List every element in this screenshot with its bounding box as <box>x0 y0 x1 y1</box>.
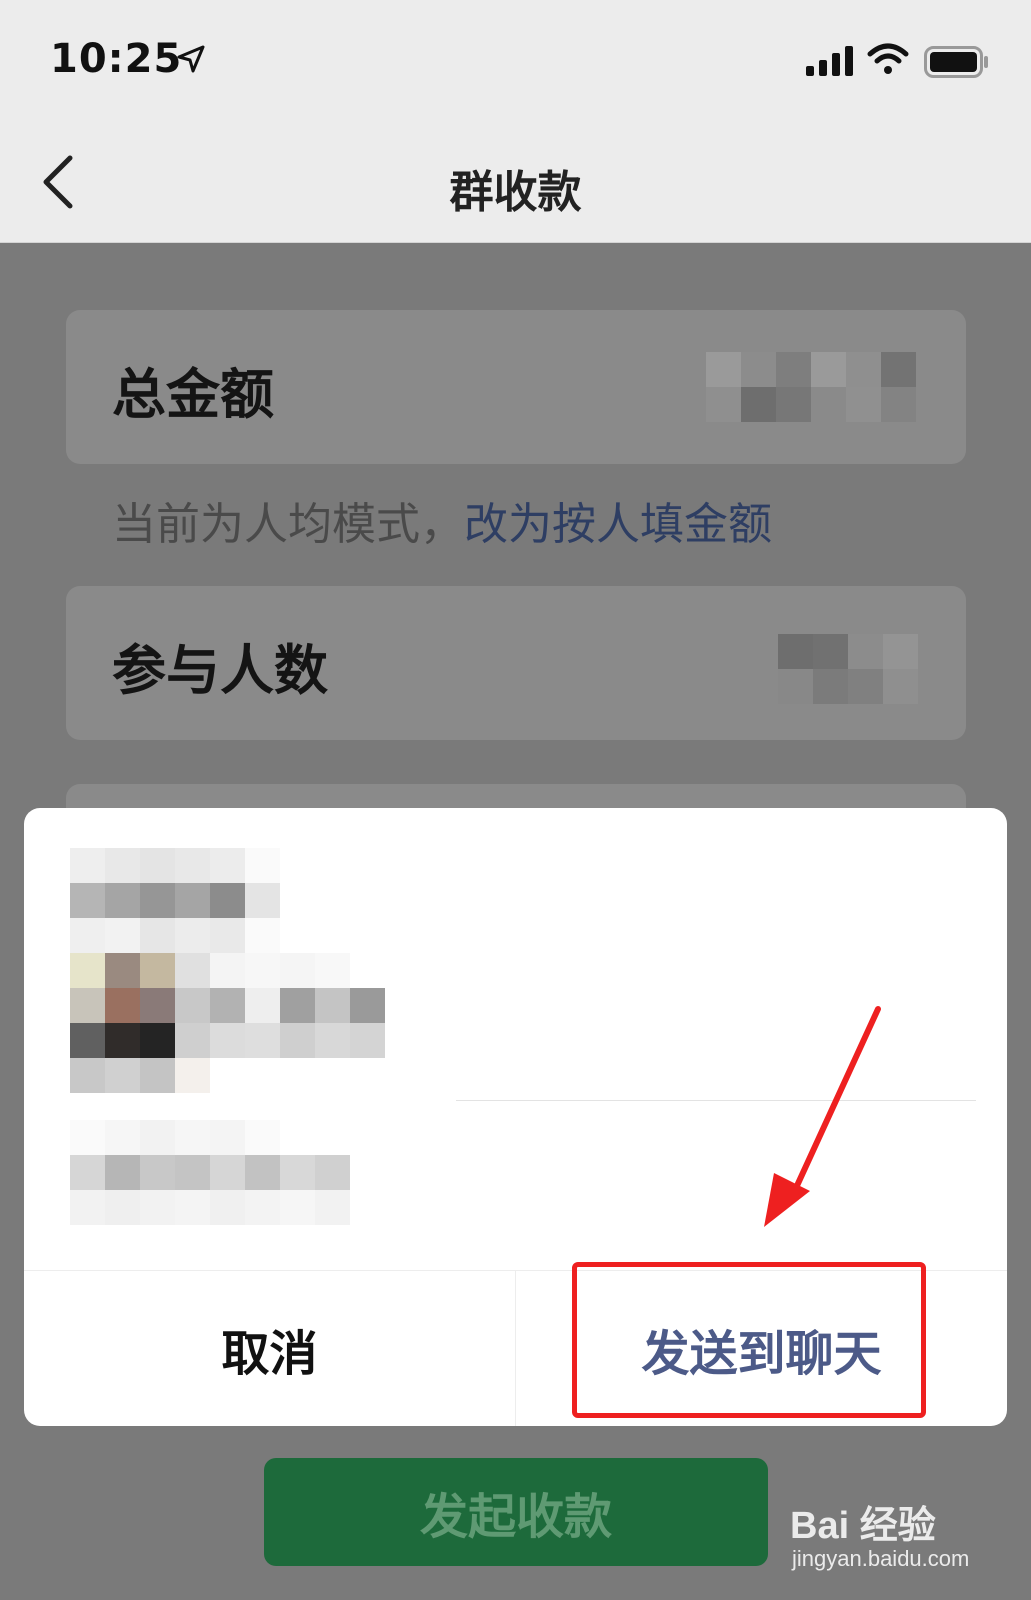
red-arrow-icon <box>764 1006 881 1227</box>
total-amount-label: 总金额 <box>112 363 274 426</box>
cancel-button[interactable]: 取消 <box>24 1271 515 1426</box>
mode-hint: 当前为人均模式，改为按人填金额 <box>112 488 772 552</box>
status-bar: 10:25 <box>0 0 1031 120</box>
participants-row[interactable]: 参与人数 <box>66 586 966 740</box>
wifi-icon <box>867 43 909 74</box>
start-collection-button[interactable]: 发起收款 <box>264 1458 768 1566</box>
dialog-divider <box>456 1100 976 1101</box>
watermark-logo: Bai 经验 <box>790 1505 936 1547</box>
total-amount-input[interactable] <box>706 352 916 422</box>
watermark-url: jingyan.baidu.com <box>792 1546 970 1571</box>
highlight-box <box>572 1262 926 1418</box>
status-time: 10:25 <box>50 36 183 82</box>
baidu-jingyan-watermark: Bai 经验 jingyan.baidu.com <box>790 1488 1010 1580</box>
participants-label: 参与人数 <box>112 639 328 702</box>
nav-bar: 群收款 <box>0 120 1031 243</box>
chat-avatar <box>70 848 385 1093</box>
location-arrow-icon <box>177 45 205 73</box>
mode-hint-text: 当前为人均模式， <box>112 499 464 550</box>
switch-mode-link[interactable]: 改为按人填金额 <box>464 499 772 550</box>
participants-input[interactable] <box>778 634 918 704</box>
total-amount-row[interactable]: 总金额 <box>66 310 966 464</box>
cellular-signal-icon <box>806 46 853 76</box>
page-title: 群收款 <box>449 167 582 218</box>
message-preview <box>70 1120 350 1225</box>
battery-icon <box>924 46 988 78</box>
